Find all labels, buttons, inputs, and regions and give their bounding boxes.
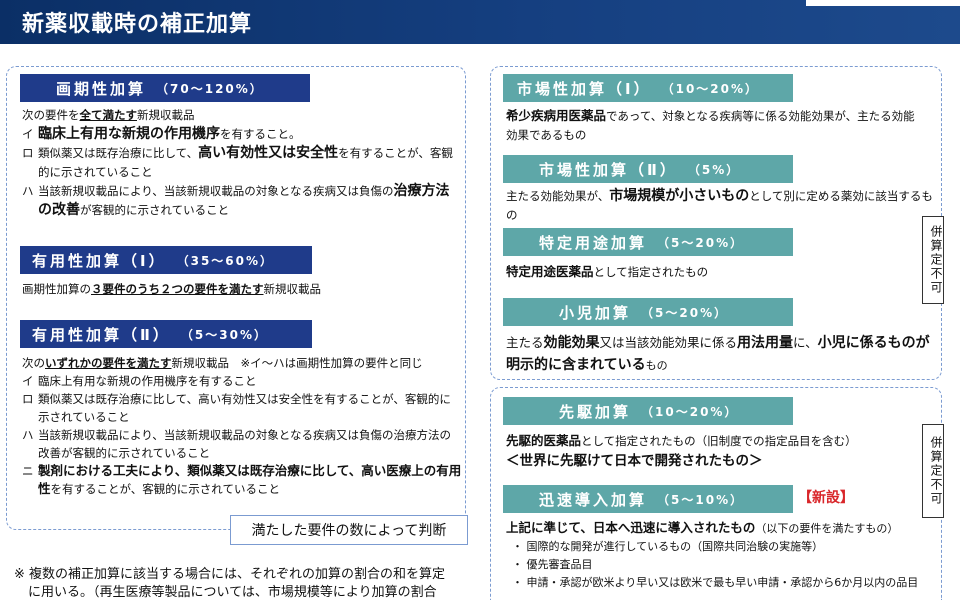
judge-label: 満たした要件の数によって判断: [230, 515, 468, 545]
useful2-item: ロ類似薬又は既存治療に比して、高い有効性又は安全性を有することが、客観的に示され…: [22, 392, 451, 424]
epoch-item: ロ類似薬又は既存治療に比して、高い有効性又は安全性を有することが、客観的に示され…: [22, 145, 453, 179]
pediatric-body: 主たる効能効果又は当該効能効果に係る用法用量に、小児に係るものが明示的に含まれて…: [506, 335, 930, 373]
market1-heading: 市場性加算（Ⅰ） （10～20%）: [503, 74, 793, 102]
pediatric-title: 小児加算: [559, 303, 632, 322]
epoch-range: （70～120%）: [156, 81, 264, 96]
market2-range: （5%）: [687, 162, 741, 177]
epoch-item: イ臨床上有用な新規の作用機序を有すること。: [22, 126, 301, 142]
epoch-body: 次の要件を全て満たす新規収載品 イ臨床上有用な新規の作用機序を有すること。 ロ類…: [22, 106, 462, 220]
useful1-heading: 有用性加算（Ⅰ） （35～60%）: [20, 246, 312, 274]
useful1-body: 画期性加算の３要件のうち２つの要件を満たす新規収載品: [22, 282, 321, 296]
footnote: ※ 複数の補正加算に該当する場合には、それぞれの加算の割合の和を算定 に用いる。…: [14, 566, 474, 600]
useful2-body: 次のいずれかの要件を満たす新規収載品 ※イ～ハは画期性加算の要件と同じ イ臨床上…: [22, 354, 462, 498]
market2-heading: 市場性加算（Ⅱ） （5%）: [503, 155, 793, 183]
rapid-bullet: ・ 申請・承認が欧米より早い又は欧米で最も早い申請・承認から6か月以内の品目: [512, 576, 919, 589]
pioneer-slogan: ＜世界に先駆けて日本で開発されたもの＞: [506, 453, 763, 469]
pediatric-range: （5～20%）: [641, 305, 729, 320]
useful2-title: 有用性加算（Ⅱ）: [32, 325, 171, 344]
specific-range: （5～20%）: [657, 235, 745, 250]
market2-body: 主たる効能効果が、市場規模が小さいものとして別に定める薬効に該当するもの: [506, 188, 933, 222]
page-title: 新薬収載時の補正加算: [22, 12, 253, 37]
not-combinable-label-1: 併算定不可: [922, 216, 944, 304]
rapid-bullet: ・ 国際的な開発が進行しているもの（国際共同治験の実施等）: [512, 540, 824, 553]
page-header: 新薬収載時の補正加算: [0, 0, 960, 44]
epoch-title: 画期性加算: [56, 79, 147, 98]
useful2-heading: 有用性加算（Ⅱ） （5～30%）: [20, 320, 312, 348]
market1-body: 希少疾病用医薬品であって、対象となる疾病等に係る効能効果が、主たる効能効果である…: [506, 108, 915, 142]
not-combinable-label-2: 併算定不可: [922, 424, 944, 518]
footnote-line: ※ 複数の補正加算に該当する場合には、それぞれの加算の割合の和を算定: [14, 567, 446, 582]
useful2-item: ハ当該新規収載品により、当該新規収載品の対象となる疾病又は負傷の治療方法の改善が…: [22, 428, 451, 460]
rapid-body: 上記に準じて、日本へ迅速に導入されたもの（以下の要件を満たすもの） ・ 国際的な…: [506, 519, 926, 592]
pioneer-title: 先駆加算: [559, 402, 632, 421]
new-badge: 【新設】: [798, 490, 854, 506]
epoch-lead: 次の要件を全て満たす新規収載品: [22, 108, 195, 122]
pioneer-body: 先駆的医薬品として指定されたもの（旧制度での指定品目を含む） ＜世界に先駆けて日…: [506, 431, 926, 471]
useful1-title: 有用性加算（Ⅰ）: [32, 251, 167, 270]
epoch-item: ハ当該新規収載品により、当該新規収載品の対象となる疾病又は負傷の治療方法の改善が…: [22, 183, 450, 218]
pioneer-range: （10～20%）: [641, 404, 739, 419]
rapid-bullet: ・ 優先審査品目: [512, 558, 593, 571]
footnote-line: に用いる。（再生医療等製品については、市場規模等により加算の割合: [28, 585, 437, 600]
market1-range: （10～20%）: [661, 81, 760, 96]
header-corner-box: [806, 0, 960, 6]
useful2-item: イ臨床上有用な新規の作用機序を有すること: [22, 374, 257, 388]
market2-title: 市場性加算（Ⅱ）: [539, 160, 678, 179]
rapid-lead: 上記に準じて、日本へ迅速に導入されたもの（以下の要件を満たすもの）: [506, 520, 899, 535]
rapid-title: 迅速導入加算: [539, 490, 648, 509]
useful2-item: ニ製剤における工夫により、類似薬又は既存治療に比して、高い医療上の有用性を有する…: [22, 463, 462, 496]
useful1-range: （35～60%）: [176, 253, 275, 268]
specific-heading: 特定用途加算 （5～20%）: [503, 228, 793, 256]
specific-body: 特定用途医薬品として指定されたもの: [506, 264, 709, 279]
epoch-heading: 画期性加算 （70～120%）: [20, 74, 310, 102]
rapid-range: （5～10%）: [657, 492, 745, 507]
specific-title: 特定用途加算: [539, 233, 648, 252]
market1-title: 市場性加算（Ⅰ）: [517, 79, 652, 98]
pioneer-heading: 先駆加算 （10～20%）: [503, 397, 793, 425]
useful2-range: （5～30%）: [180, 327, 268, 342]
pediatric-heading: 小児加算 （5～20%）: [503, 298, 793, 326]
rapid-heading: 迅速導入加算 （5～10%）: [503, 485, 793, 513]
useful2-lead: 次のいずれかの要件を満たす新規収載品 ※イ～ハは画期性加算の要件と同じ: [22, 356, 423, 370]
